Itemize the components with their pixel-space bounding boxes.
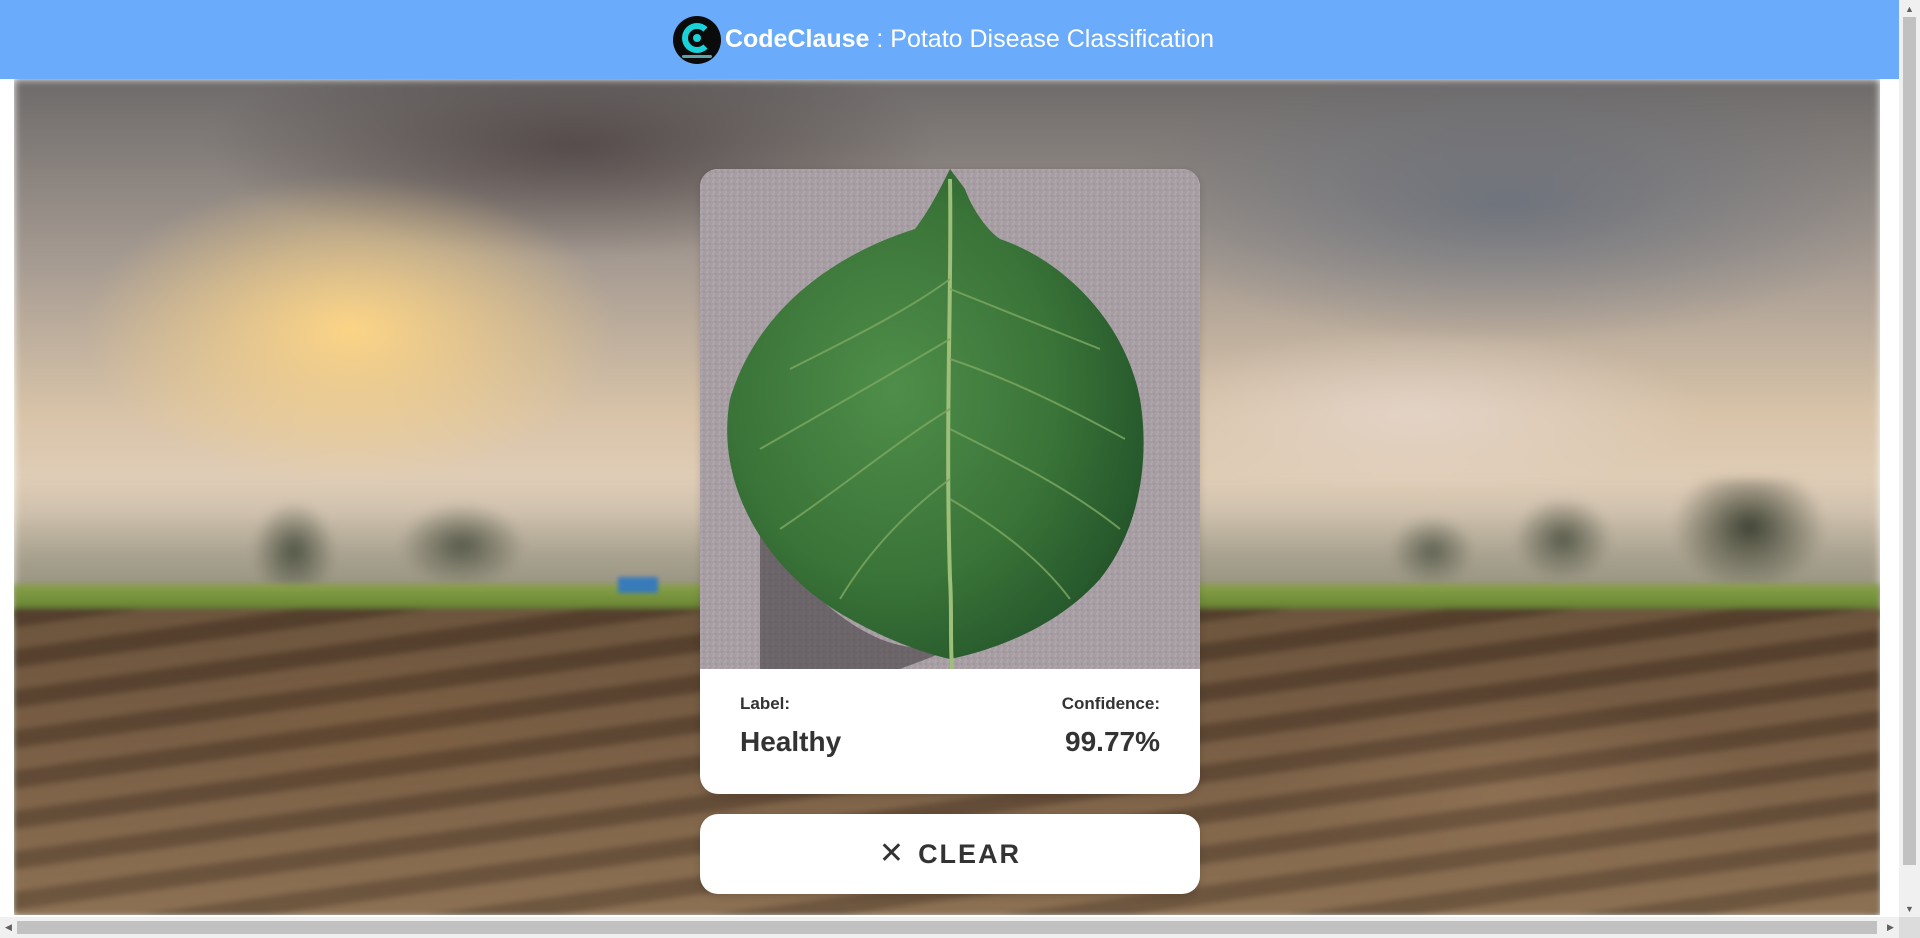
scroll-down-arrow-icon[interactable]: ▼	[1899, 900, 1920, 917]
potato-leaf-image	[700, 169, 1200, 669]
app-viewport: CodeClause : Potato Disease Classificati…	[0, 0, 1920, 938]
prediction-row: Label: Healthy Confidence: 99.77%	[740, 694, 1160, 758]
prediction-panel: Label: Healthy Confidence: 99.77%	[700, 669, 1200, 794]
vertical-scrollbar[interactable]: ▲ ▼	[1899, 0, 1920, 917]
label-value: Healthy	[740, 726, 842, 757]
label-column: Label: Healthy	[740, 694, 841, 758]
brand: CodeClause : Potato Disease Classificati…	[672, 15, 1214, 64]
title-separator: :	[869, 25, 891, 53]
background-blue-object	[618, 577, 658, 593]
logo-caption	[681, 54, 712, 58]
scroll-left-arrow-icon[interactable]: ◀	[0, 917, 17, 938]
clear-button[interactable]: ✕ CLEAR	[700, 814, 1200, 894]
vertical-scroll-thumb[interactable]	[1903, 17, 1916, 865]
logo-dot	[692, 33, 701, 42]
confidence-caption: Confidence:	[1061, 694, 1160, 713]
scrollbar-corner	[1899, 917, 1920, 938]
page-title: CodeClause : Potato Disease Classificati…	[725, 25, 1214, 54]
horizontal-scroll-thumb[interactable]	[17, 921, 1877, 934]
close-icon: ✕	[878, 837, 905, 870]
app-title: Potato Disease Classification	[890, 25, 1215, 53]
brand-name: CodeClause	[724, 25, 870, 53]
scroll-up-arrow-icon[interactable]: ▲	[1899, 0, 1920, 17]
result-card: Label: Healthy Confidence: 99.77%	[700, 169, 1200, 794]
codeclause-logo-icon	[672, 15, 721, 64]
confidence-value: 99.77%	[1065, 726, 1160, 757]
horizontal-scrollbar[interactable]: ◀ ▶	[0, 917, 1899, 938]
confidence-column: Confidence: 99.77%	[1062, 694, 1160, 758]
label-caption: Label:	[740, 694, 791, 713]
clear-button-label: CLEAR	[918, 838, 1022, 869]
app-header: CodeClause : Potato Disease Classificati…	[0, 0, 1899, 79]
scroll-right-arrow-icon[interactable]: ▶	[1882, 917, 1899, 938]
